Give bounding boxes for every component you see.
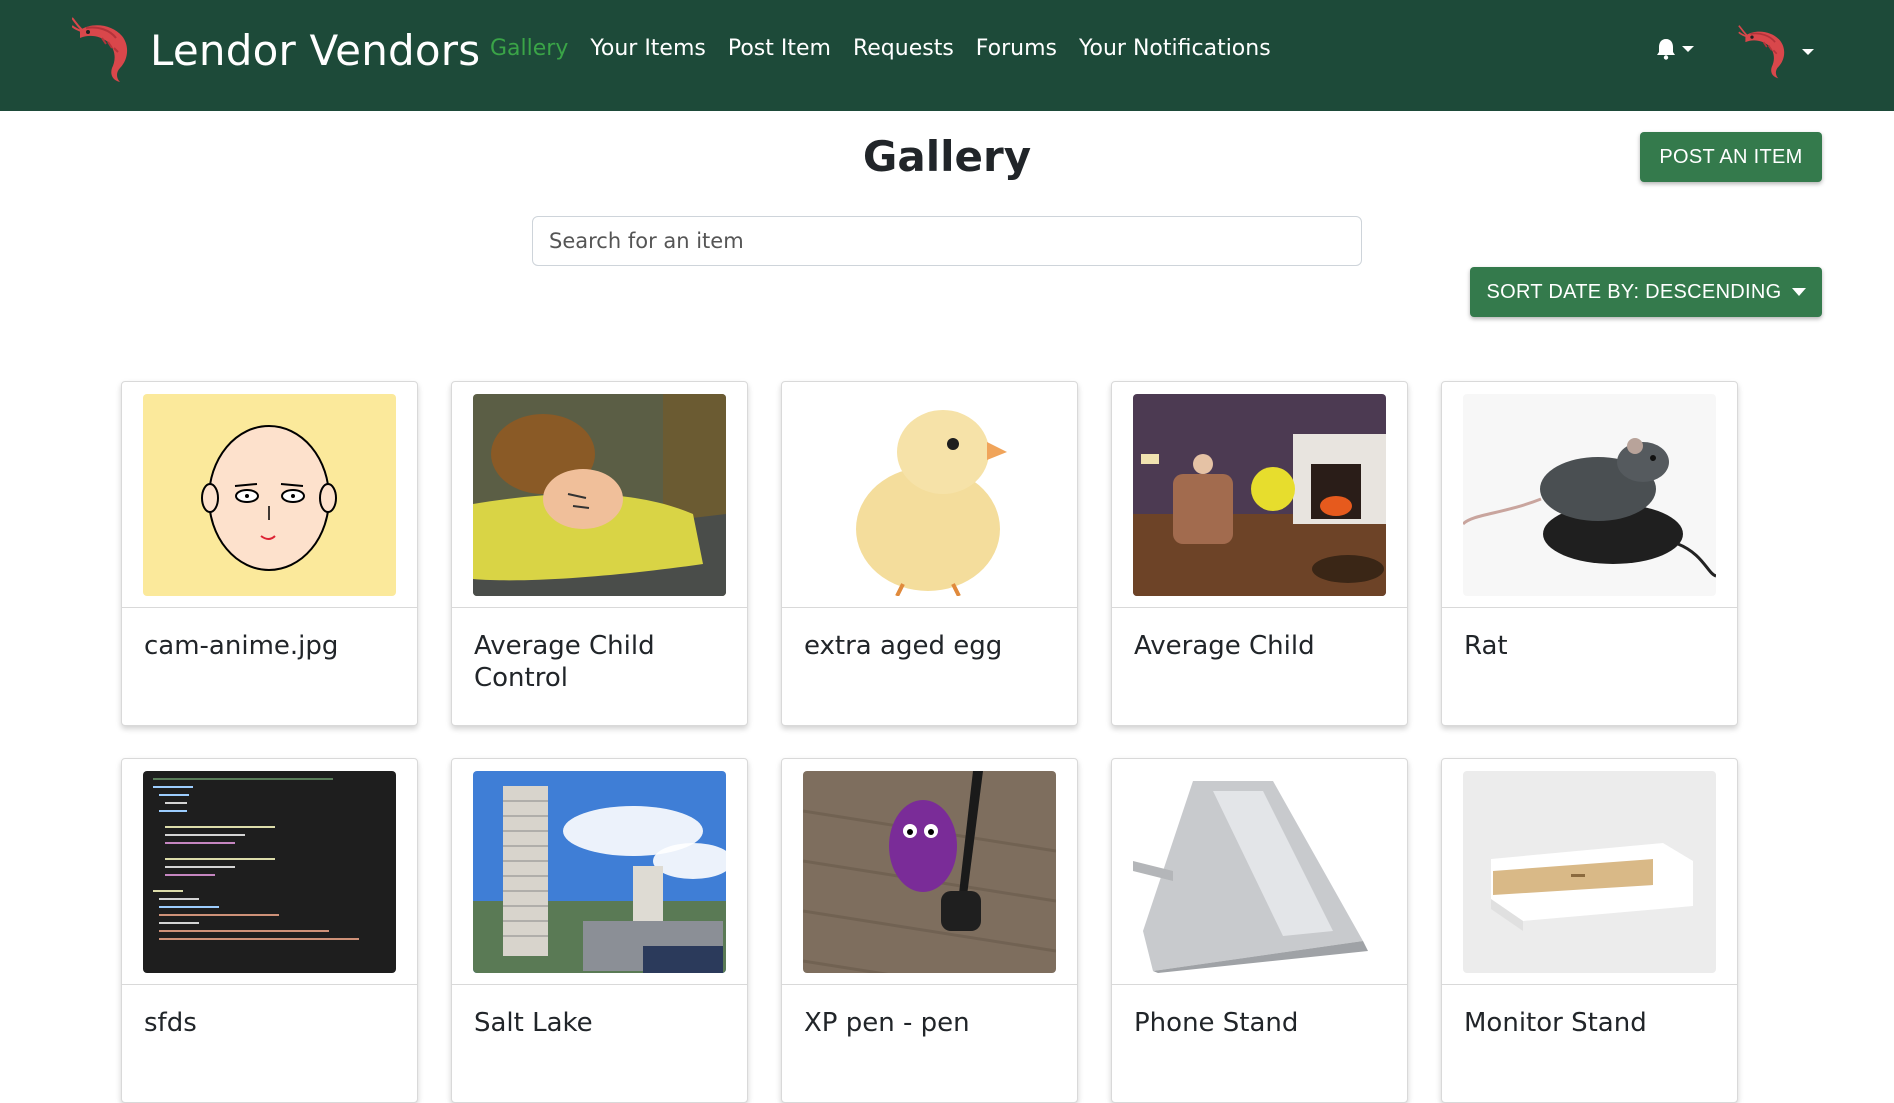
sort-date-button[interactable]: SORT DATE BY: DESCENDING	[1470, 267, 1822, 317]
card-image-area	[122, 759, 417, 985]
card-image-area	[1112, 759, 1407, 985]
nav-gallery[interactable]: Gallery	[490, 36, 568, 61]
brand-name: Lendor Vendors	[150, 25, 481, 75]
card-image-area	[1442, 382, 1737, 608]
item-thumbnail-image	[1133, 770, 1386, 973]
item-card[interactable]: cam-anime.jpg	[121, 381, 418, 726]
item-card-title: Monitor Stand	[1464, 1008, 1647, 1038]
item-card-title: sfds	[144, 1008, 197, 1038]
item-card-title: extra aged egg	[804, 631, 1003, 661]
top-navbar: Lendor Vendors Gallery Your Items Post I…	[0, 0, 1894, 111]
item-card[interactable]: extra aged egg	[781, 381, 1078, 726]
item-thumbnail-image	[473, 393, 726, 596]
item-card[interactable]: Average Child	[1111, 381, 1408, 726]
item-card[interactable]: Salt Lake	[451, 758, 748, 1103]
item-card[interactable]: Average Child Control	[451, 381, 748, 726]
card-image-area	[452, 382, 747, 608]
bell-icon	[1657, 39, 1675, 60]
chevron-down-icon	[1682, 46, 1694, 52]
nav-requests[interactable]: Requests	[853, 36, 954, 61]
item-thumbnail-image	[473, 770, 726, 973]
notifications-dropdown[interactable]	[1656, 38, 1694, 60]
chevron-down-icon	[1802, 49, 1814, 55]
brand[interactable]: Lendor Vendors	[72, 16, 480, 84]
item-thumbnail-image	[143, 770, 396, 973]
card-image-area	[452, 759, 747, 985]
item-card-title: Average Child Control	[474, 631, 655, 693]
item-card-title: cam-anime.jpg	[144, 631, 339, 661]
card-image-area	[782, 382, 1077, 608]
user-menu-dropdown[interactable]	[1738, 24, 1814, 80]
item-gallery-grid: cam-anime.jpg Average Child Control extr…	[121, 381, 1738, 1103]
item-card-title: Rat	[1464, 631, 1508, 661]
item-thumbnail-image	[803, 770, 1056, 973]
card-image-area	[1112, 382, 1407, 608]
item-card-title: Salt Lake	[474, 1008, 593, 1038]
nav-forums[interactable]: Forums	[976, 36, 1057, 61]
item-card[interactable]: XP pen - pen	[781, 758, 1078, 1103]
search-input[interactable]	[532, 216, 1362, 266]
item-thumbnail-image	[803, 393, 1056, 596]
nav-links: Gallery Your Items Post Item Requests Fo…	[490, 36, 1271, 61]
item-thumbnail-image	[1133, 393, 1386, 596]
nav-post-item[interactable]: Post Item	[728, 36, 831, 61]
item-card-title: XP pen - pen	[804, 1008, 970, 1038]
page-title: Gallery	[862, 132, 1032, 181]
nav-your-items[interactable]: Your Items	[590, 36, 706, 61]
item-card[interactable]: Rat	[1441, 381, 1738, 726]
card-image-area	[122, 382, 417, 608]
item-card-title: Phone Stand	[1134, 1008, 1299, 1038]
shrimp-icon	[72, 16, 138, 84]
item-thumbnail-image	[1463, 770, 1716, 973]
item-card[interactable]: sfds	[121, 758, 418, 1103]
card-image-area	[782, 759, 1077, 985]
post-item-button[interactable]: POST AN ITEM	[1640, 132, 1822, 182]
sort-date-label: SORT DATE BY: DESCENDING	[1486, 280, 1782, 303]
nav-your-notifications[interactable]: Your Notifications	[1079, 36, 1271, 61]
item-card-title: Average Child	[1134, 631, 1315, 661]
card-image-area	[1442, 759, 1737, 985]
caret-down-icon	[1791, 288, 1806, 296]
user-avatar-shrimp-icon	[1738, 24, 1794, 80]
item-card[interactable]: Phone Stand	[1111, 758, 1408, 1103]
item-thumbnail-image	[143, 393, 396, 596]
item-thumbnail-image	[1463, 393, 1716, 596]
item-card[interactable]: Monitor Stand	[1441, 758, 1738, 1103]
